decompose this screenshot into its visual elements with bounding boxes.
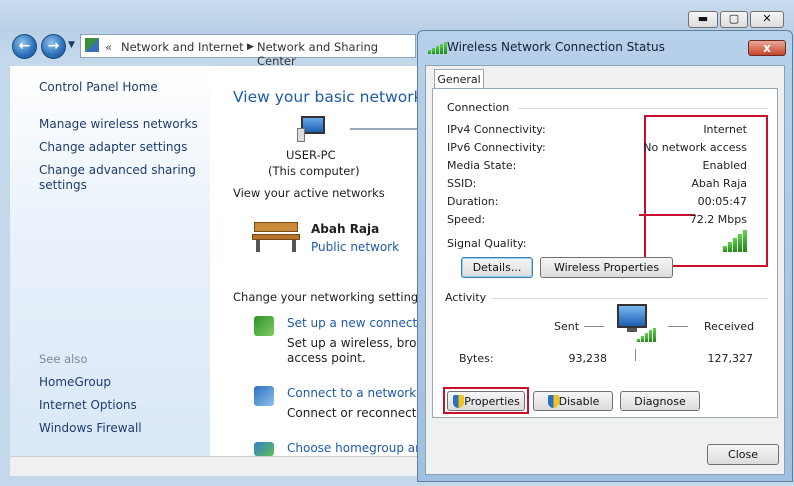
minimize-icon[interactable]: ▬ bbox=[688, 11, 718, 28]
shield-icon bbox=[548, 395, 559, 408]
properties-label: Properties bbox=[464, 395, 520, 408]
ssid-value: Abah Raja bbox=[691, 177, 747, 190]
maximize-icon[interactable]: ▢ bbox=[720, 11, 748, 28]
setup-connection-desc2: access point. bbox=[287, 351, 366, 365]
change-settings-heading: Change your networking settings bbox=[233, 290, 425, 304]
bytes-sent-value: 93,238 bbox=[568, 352, 608, 365]
bytes-label: Bytes: bbox=[459, 352, 494, 365]
speed-value: 72.2 Mbps bbox=[689, 213, 747, 226]
connection-line bbox=[350, 128, 420, 130]
connect-network-link[interactable]: Connect to a network bbox=[287, 386, 416, 400]
connection-values-highlight bbox=[644, 115, 768, 267]
activity-divider-tick bbox=[635, 349, 636, 361]
active-networks-heading: View your active networks bbox=[233, 186, 385, 200]
bytes-received-value: 127,327 bbox=[707, 352, 754, 365]
ipv6-value: No network access bbox=[643, 141, 747, 154]
media-state-label: Media State: bbox=[447, 159, 517, 172]
breadcrumb-separator-icon[interactable]: ▶ bbox=[247, 42, 254, 52]
ipv4-value: Internet bbox=[703, 123, 747, 136]
ipv6-label: IPv6 Connectivity: bbox=[447, 141, 546, 154]
signal-quality-label: Signal Quality: bbox=[447, 237, 527, 250]
speed-highlight-line bbox=[639, 214, 695, 216]
disable-button[interactable]: Disable bbox=[533, 391, 613, 411]
tab-general[interactable]: General bbox=[434, 69, 484, 89]
breadcrumb-overflow-icon[interactable]: « bbox=[105, 40, 112, 54]
ipv4-label: IPv4 Connectivity: bbox=[447, 123, 546, 136]
media-state-value: Enabled bbox=[702, 159, 747, 172]
address-bar[interactable]: « Network and Internet ▶ Network and Sha… bbox=[80, 34, 416, 68]
change-adapter-settings-link[interactable]: Change adapter settings bbox=[39, 140, 187, 154]
change-advanced-sharing-link[interactable]: Change advanced sharing settings bbox=[39, 163, 199, 193]
homegroup-task-link[interactable]: Choose homegroup and bbox=[287, 441, 430, 455]
left-navigation-pane: Control Panel Home Manage wireless netwo… bbox=[10, 66, 210, 456]
wireless-status-dialog: Wireless Network Connection Status x Gen… bbox=[417, 30, 793, 482]
page-title: View your basic network in bbox=[233, 88, 442, 106]
network-name: Abah Raja bbox=[311, 222, 380, 236]
see-also-heading: See also bbox=[39, 352, 88, 366]
wireless-signal-title-icon bbox=[428, 42, 447, 54]
dialog-body: General Connection IPv4 Connectivity: In… bbox=[425, 65, 785, 475]
computer-icon bbox=[297, 116, 327, 142]
homegroup-icon bbox=[254, 442, 274, 456]
received-line bbox=[668, 326, 688, 327]
activity-divider bbox=[491, 298, 768, 299]
connection-divider bbox=[518, 108, 768, 109]
wireless-properties-button[interactable]: Wireless Properties bbox=[540, 257, 673, 278]
shield-icon bbox=[453, 395, 464, 408]
homegroup-link[interactable]: HomeGroup bbox=[39, 375, 111, 389]
setup-connection-link[interactable]: Set up a new connection bbox=[287, 316, 435, 330]
back-button[interactable]: ← bbox=[12, 34, 37, 59]
general-tab-panel: Connection IPv4 Connectivity: Internet I… bbox=[432, 88, 778, 418]
breadcrumb-network-internet[interactable]: Network and Internet bbox=[121, 40, 244, 54]
public-network-bench-icon bbox=[252, 218, 300, 254]
windows-firewall-link[interactable]: Windows Firewall bbox=[39, 421, 142, 435]
network-type-link[interactable]: Public network bbox=[311, 240, 399, 254]
dialog-title: Wireless Network Connection Status bbox=[447, 40, 665, 54]
connection-heading: Connection bbox=[447, 101, 510, 114]
speed-label: Speed: bbox=[447, 213, 486, 226]
connect-network-icon bbox=[254, 386, 274, 406]
signal-quality-bars-icon bbox=[723, 230, 747, 252]
forward-button[interactable]: → bbox=[41, 34, 66, 59]
control-panel-icon bbox=[85, 38, 99, 52]
sent-line bbox=[584, 326, 604, 327]
sent-label: Sent bbox=[554, 320, 580, 333]
disable-label: Disable bbox=[558, 395, 600, 408]
internet-options-link[interactable]: Internet Options bbox=[39, 398, 137, 412]
close-window-icon[interactable]: ✕ bbox=[750, 11, 784, 28]
diagnose-button[interactable]: Diagnose bbox=[620, 391, 700, 411]
properties-button[interactable]: Properties bbox=[447, 391, 525, 411]
ssid-label: SSID: bbox=[447, 177, 477, 190]
recent-pages-chevron-icon[interactable]: ▼ bbox=[68, 40, 75, 50]
main-content-pane: View your basic network in USER-PC (This… bbox=[210, 66, 442, 456]
dialog-close-icon[interactable]: x bbox=[748, 40, 786, 56]
duration-value: 00:05:47 bbox=[697, 195, 747, 208]
new-connection-icon bbox=[254, 316, 274, 336]
received-label: Received bbox=[704, 320, 755, 333]
manage-wireless-networks-link[interactable]: Manage wireless networks bbox=[39, 117, 198, 131]
network-activity-icon bbox=[615, 304, 656, 344]
details-button[interactable]: Details... bbox=[461, 257, 533, 278]
computer-name: USER-PC bbox=[286, 148, 336, 162]
duration-label: Duration: bbox=[447, 195, 499, 208]
status-bar bbox=[10, 456, 420, 476]
computer-subtitle: (This computer) bbox=[268, 164, 360, 178]
control-panel-home-link[interactable]: Control Panel Home bbox=[39, 80, 158, 94]
close-button[interactable]: Close bbox=[707, 444, 779, 465]
connect-network-desc: Connect or reconnect to bbox=[287, 406, 433, 420]
activity-heading: Activity bbox=[445, 291, 487, 304]
breadcrumb-sharing-center[interactable]: Network and Sharing Center bbox=[257, 40, 415, 68]
window-controls: ▬ ▢ ✕ bbox=[688, 11, 784, 28]
